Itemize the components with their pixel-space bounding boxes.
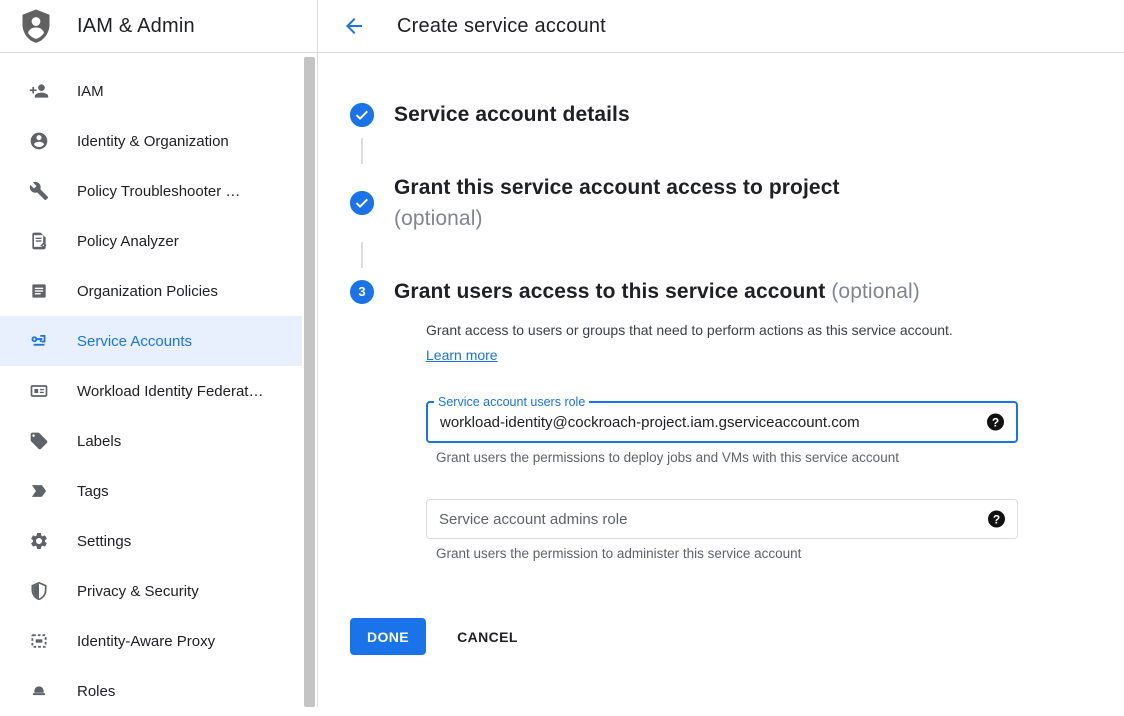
page-title: Create service account bbox=[397, 15, 606, 38]
sidebar-scrollbar-thumb[interactable] bbox=[304, 57, 315, 707]
sidebar-item-identity-aware-proxy[interactable]: Identity-Aware Proxy bbox=[0, 616, 317, 666]
step-2-title: Grant this service account access to pro… bbox=[394, 172, 840, 234]
admins-role-field-group: ? Grant users the permission to administ… bbox=[426, 499, 1124, 561]
step-3-number-badge: 3 bbox=[350, 280, 374, 304]
users-role-field: Service account users role ? bbox=[426, 401, 1018, 443]
sidebar-item-label: Tags bbox=[77, 483, 109, 500]
step-2-optional-label: (optional) bbox=[394, 203, 840, 234]
sidebar-item-iam[interactable]: IAM bbox=[0, 66, 317, 116]
step-connector bbox=[361, 138, 363, 164]
document-list-icon bbox=[28, 280, 50, 302]
arrow-back-icon bbox=[342, 14, 366, 38]
sidebar-item-labels[interactable]: Labels bbox=[0, 416, 317, 466]
sidebar-scrollbar bbox=[302, 53, 317, 707]
wizard-content: Service account details Grant this servi… bbox=[318, 53, 1124, 655]
help-icon[interactable]: ? bbox=[987, 414, 1004, 431]
step-connector bbox=[361, 242, 363, 268]
label-tag-icon bbox=[28, 430, 50, 452]
sidebar: IAM & Admin IAM Identity & Organization … bbox=[0, 0, 318, 707]
sidebar-item-roles[interactable]: Roles bbox=[0, 666, 317, 716]
sidebar-item-service-accounts[interactable]: Service Accounts bbox=[0, 316, 317, 366]
step-3-description: Grant access to users or groups that nee… bbox=[426, 318, 982, 368]
step-1-check-circle-icon bbox=[350, 103, 374, 127]
step-3-body: Grant access to users or groups that nee… bbox=[426, 318, 1124, 561]
sidebar-item-label: Privacy & Security bbox=[77, 583, 199, 600]
sidebar-item-label: Workload Identity Federat… bbox=[77, 383, 263, 400]
back-button[interactable] bbox=[342, 14, 366, 38]
service-account-key-icon bbox=[28, 330, 50, 352]
sidebar-item-privacy-security[interactable]: Privacy & Security bbox=[0, 566, 317, 616]
step-3-title-text: Grant users access to this service accou… bbox=[394, 280, 825, 303]
admins-role-field: ? bbox=[426, 499, 1018, 539]
proxy-icon bbox=[28, 630, 50, 652]
sidebar-item-label: Service Accounts bbox=[77, 333, 192, 350]
step-2-grant-access-to-project: Grant this service account access to pro… bbox=[350, 172, 1124, 234]
step-3-description-text: Grant access to users or groups that nee… bbox=[426, 322, 953, 338]
sidebar-item-label: IAM bbox=[77, 83, 104, 100]
sidebar-header: IAM & Admin bbox=[0, 0, 317, 53]
step-3-title: Grant users access to this service accou… bbox=[394, 276, 920, 307]
sidebar-item-label: Labels bbox=[77, 433, 121, 450]
gear-icon bbox=[28, 530, 50, 552]
step-2-check-circle-icon bbox=[350, 191, 374, 215]
page-header: Create service account bbox=[318, 0, 1124, 53]
step-3-optional-label: (optional) bbox=[831, 280, 920, 303]
sidebar-item-tags[interactable]: Tags bbox=[0, 466, 317, 516]
sidebar-item-organization-policies[interactable]: Organization Policies bbox=[0, 266, 317, 316]
users-role-helper-text: Grant users the permissions to deploy jo… bbox=[436, 450, 1016, 465]
done-button[interactable]: DONE bbox=[350, 618, 426, 655]
main-area: Create service account Service account d… bbox=[318, 0, 1124, 707]
id-card-icon bbox=[28, 380, 50, 402]
iam-admin-shield-logo-icon bbox=[18, 8, 54, 44]
sidebar-item-label: Identity-Aware Proxy bbox=[77, 633, 215, 650]
person-add-icon bbox=[28, 80, 50, 102]
sidebar-item-label: Organization Policies bbox=[77, 283, 218, 300]
sidebar-item-identity-organization[interactable]: Identity & Organization bbox=[0, 116, 317, 166]
product-title: IAM & Admin bbox=[77, 15, 195, 38]
sidebar-item-settings[interactable]: Settings bbox=[0, 516, 317, 566]
admins-role-input[interactable] bbox=[439, 500, 973, 538]
shield-icon bbox=[28, 580, 50, 602]
sidebar-item-label: Policy Troubleshooter … bbox=[77, 183, 240, 200]
step-3-number: 3 bbox=[358, 284, 365, 299]
sidebar-item-workload-identity-federation[interactable]: Workload Identity Federat… bbox=[0, 366, 317, 416]
tag-arrow-icon bbox=[28, 480, 50, 502]
wrench-icon bbox=[28, 180, 50, 202]
users-role-field-group: Service account users role ? Grant users… bbox=[426, 401, 1124, 465]
sidebar-item-label: Identity & Organization bbox=[77, 133, 229, 150]
sidebar-item-label: Policy Analyzer bbox=[77, 233, 179, 250]
step-3-grant-users-access: 3 Grant users access to this service acc… bbox=[350, 276, 1124, 307]
sidebar-item-label: Roles bbox=[77, 683, 115, 700]
sidebar-nav: IAM Identity & Organization Policy Troub… bbox=[0, 53, 317, 716]
learn-more-link[interactable]: Learn more bbox=[426, 347, 498, 363]
policy-analyzer-icon bbox=[28, 230, 50, 252]
sidebar-item-policy-troubleshooter[interactable]: Policy Troubleshooter … bbox=[0, 166, 317, 216]
step-1-service-account-details: Service account details bbox=[350, 99, 1124, 130]
sidebar-item-policy-analyzer[interactable]: Policy Analyzer bbox=[0, 216, 317, 266]
step-2-title-text: Grant this service account access to pro… bbox=[394, 176, 840, 199]
step-1-title: Service account details bbox=[394, 99, 630, 130]
hat-icon bbox=[28, 680, 50, 702]
cancel-button[interactable]: CANCEL bbox=[443, 618, 532, 655]
help-icon[interactable]: ? bbox=[988, 511, 1005, 528]
admins-role-helper-text: Grant users the permission to administer… bbox=[436, 546, 1016, 561]
users-role-field-label: Service account users role bbox=[434, 394, 589, 411]
account-circle-icon bbox=[28, 130, 50, 152]
step-3-actions: DONE CANCEL bbox=[350, 618, 1124, 655]
sidebar-item-label: Settings bbox=[77, 533, 131, 550]
